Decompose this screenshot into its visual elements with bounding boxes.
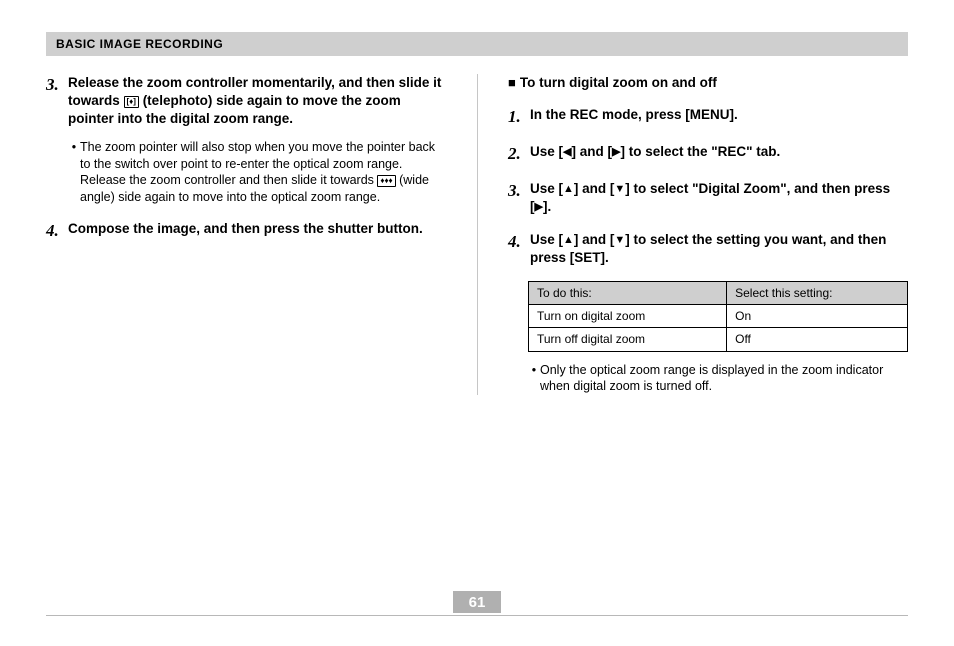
footnote-bullet: • Only the optical zoom range is display… [528, 362, 908, 396]
text-part: Use [ [530, 232, 563, 247]
footer: 61 [46, 579, 908, 616]
table-cell: Turn off digital zoom [529, 328, 727, 351]
bullet-marker: • [528, 362, 540, 396]
up-arrow-icon: ▲ [563, 183, 574, 195]
table-cell: On [727, 305, 908, 328]
right-step-2: 2. Use [◀] and [▶] to select the "REC" t… [508, 143, 908, 166]
table-cell: Off [727, 328, 908, 351]
step-text: Compose the image, and then press the sh… [68, 220, 446, 243]
right-step-3: 3. Use [▲] and [▼] to select "Digital Zo… [508, 180, 908, 216]
bullet-item: • The zoom pointer will also stop when y… [68, 139, 446, 207]
content-columns: 3. Release the zoom controller momentari… [46, 74, 908, 395]
step-text: In the REC mode, press [MENU]. [530, 106, 908, 129]
step-text: Use [▲] and [▼] to select "Digital Zoom"… [530, 180, 908, 216]
step-text: Use [◀] and [▶] to select the "REC" tab. [530, 143, 908, 166]
step-number: 2. [508, 143, 530, 166]
table-header: To do this: [529, 281, 727, 304]
step-number: 3. [46, 74, 68, 206]
right-arrow-icon: ▶ [535, 201, 543, 213]
page: BASIC IMAGE RECORDING 3. Release the zoo… [0, 0, 954, 646]
step-body: Release the zoom controller momentarily,… [68, 74, 446, 206]
text-part: ] and [ [574, 232, 615, 247]
subheading: ■ To turn digital zoom on and off [508, 74, 908, 92]
down-arrow-icon: ▼ [614, 183, 625, 195]
bullet-text: The zoom pointer will also stop when you… [80, 139, 446, 207]
left-column: 3. Release the zoom controller momentari… [46, 74, 446, 395]
text-part: ] to select the "REC" tab. [620, 144, 780, 159]
text-part: Use [ [530, 144, 563, 159]
text-part: ] and [ [571, 144, 612, 159]
step-text: Release the zoom controller momentarily,… [68, 75, 441, 126]
column-divider [477, 74, 478, 395]
step-text: Use [▲] and [▼] to select the setting yo… [530, 231, 908, 267]
table-header-row: To do this: Select this setting: [529, 281, 908, 304]
step-number: 3. [508, 180, 530, 216]
step-number: 4. [46, 220, 68, 243]
table-row: Turn off digital zoom Off [529, 328, 908, 351]
up-arrow-icon: ▲ [563, 234, 574, 246]
section-header: BASIC IMAGE RECORDING [46, 32, 908, 56]
right-column: ■ To turn digital zoom on and off 1. In t… [508, 74, 908, 395]
subheading-text: To turn digital zoom on and off [520, 75, 717, 90]
footer-rule [46, 615, 908, 616]
page-number: 61 [453, 591, 501, 613]
text-part: Use [ [530, 181, 563, 196]
wideangle-icon: ♦♦♦ [377, 175, 395, 187]
bullet-marker: • [68, 139, 80, 207]
step-number: 4. [508, 231, 530, 267]
footnote-text: Only the optical zoom range is displayed… [540, 362, 908, 396]
square-bullet-icon: ■ [508, 75, 516, 90]
settings-table: To do this: Select this setting: Turn on… [528, 281, 908, 352]
table-header: Select this setting: [727, 281, 908, 304]
table-row: Turn on digital zoom On [529, 305, 908, 328]
right-step-4: 4. Use [▲] and [▼] to select the setting… [508, 231, 908, 267]
down-arrow-icon: ▼ [614, 234, 625, 246]
step-number: 1. [508, 106, 530, 129]
text-part: ] and [ [574, 181, 615, 196]
table-cell: Turn on digital zoom [529, 305, 727, 328]
right-step-1: 1. In the REC mode, press [MENU]. [508, 106, 908, 129]
left-step-4: 4. Compose the image, and then press the… [46, 220, 446, 243]
left-step-3: 3. Release the zoom controller momentari… [46, 74, 446, 206]
telephoto-icon: [♦] [124, 96, 139, 108]
section-header-title: BASIC IMAGE RECORDING [56, 37, 223, 51]
text-part: ]. [543, 199, 551, 214]
